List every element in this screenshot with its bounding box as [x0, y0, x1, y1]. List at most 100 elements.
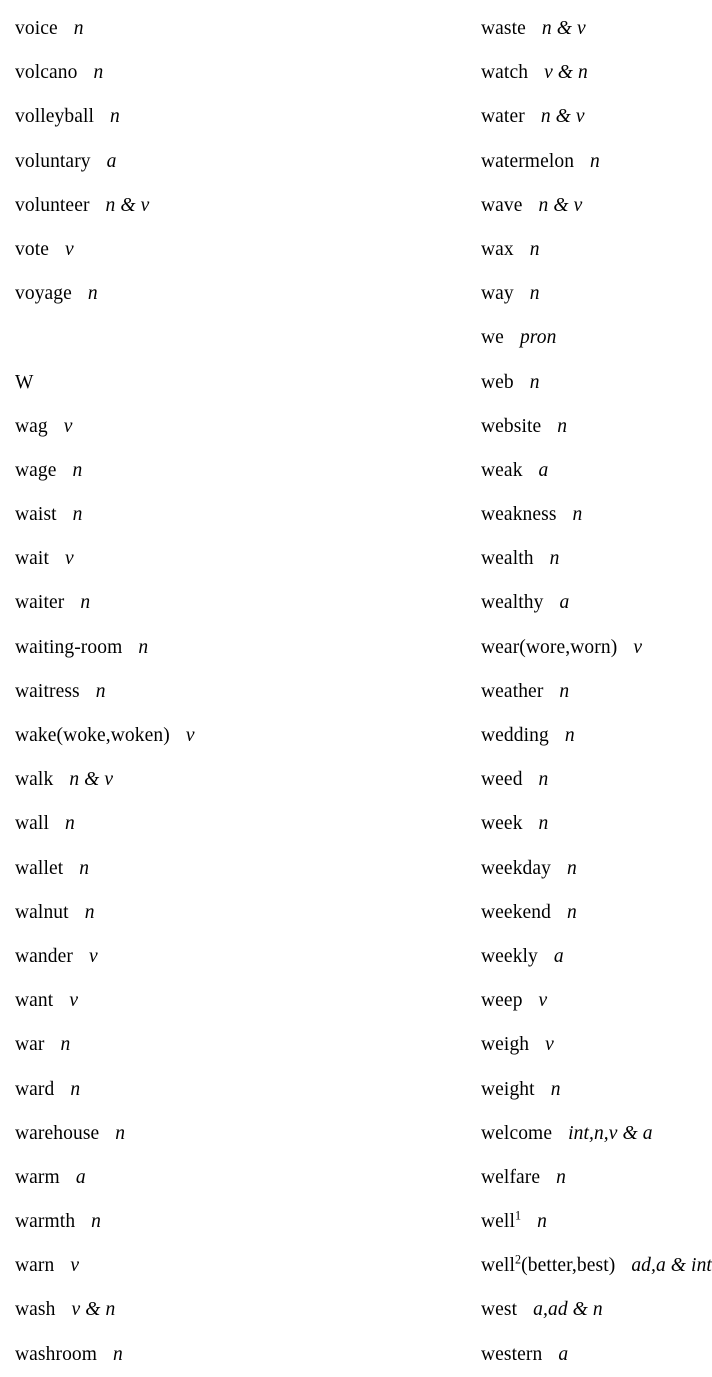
- part-of-speech: n: [529, 238, 540, 260]
- headword: waist: [15, 504, 57, 526]
- headword: west: [481, 1299, 518, 1321]
- part-of-speech: n & v: [105, 194, 150, 216]
- part-of-speech: ad,a & int: [631, 1255, 712, 1277]
- word-entry: want v: [15, 979, 448, 1023]
- word-entry: waiter n: [15, 581, 448, 625]
- headword: wealth: [481, 548, 534, 570]
- part-of-speech: n: [538, 813, 549, 835]
- part-of-speech: n: [60, 1034, 71, 1056]
- word-entry: volunteer n & v: [15, 184, 448, 228]
- word-entry: voyage n: [15, 272, 448, 316]
- part-of-speech: n: [109, 106, 120, 128]
- part-of-speech: n: [538, 769, 549, 791]
- headword: waste: [481, 18, 526, 39]
- part-of-speech: v: [633, 636, 643, 658]
- word-entry: west a,ad & n: [481, 1288, 712, 1332]
- word-list-column-right: waste n & v watch v & n water n & v watermelon…: [448, 7, 712, 1377]
- word-entry: wax n: [481, 228, 712, 272]
- headword: wallet: [15, 857, 64, 879]
- part-of-speech: n: [91, 1211, 102, 1233]
- part-of-speech: n: [567, 857, 577, 879]
- word-entry: week n: [481, 802, 712, 846]
- part-of-speech: n: [80, 592, 91, 614]
- part-of-speech: n: [113, 1343, 123, 1365]
- word-entry: weekend n: [481, 891, 712, 935]
- headword: voice: [15, 18, 58, 39]
- headword: weekday: [481, 857, 551, 879]
- part-of-speech: n: [87, 283, 98, 305]
- headword: warn: [15, 1255, 55, 1277]
- word-entry: wallet n: [15, 847, 448, 891]
- word-entry: waste n & v: [481, 7, 712, 51]
- word-entry: warehouse n: [15, 1112, 448, 1156]
- part-of-speech: pron: [519, 327, 557, 349]
- headword: voyage: [15, 283, 72, 305]
- part-of-speech: a: [75, 1166, 86, 1188]
- headword: well1: [481, 1208, 522, 1233]
- headword: wag: [15, 415, 48, 437]
- headword: volunteer: [15, 194, 90, 216]
- word-entry: waist n: [15, 493, 448, 537]
- headword: western: [481, 1343, 543, 1365]
- headword: weekend: [481, 901, 551, 923]
- headword: wait: [15, 548, 49, 570]
- headword: walk: [15, 769, 54, 791]
- word-entry: watermelon n: [481, 140, 712, 184]
- part-of-speech: v & n: [71, 1299, 116, 1321]
- part-of-speech: n: [79, 857, 90, 879]
- word-entry: voice n: [15, 7, 448, 51]
- word-entry: website n: [481, 405, 712, 449]
- headword: watermelon: [481, 150, 575, 172]
- headword: weed: [481, 769, 523, 791]
- part-of-speech: a: [106, 150, 117, 172]
- part-of-speech: v: [70, 1255, 80, 1277]
- word-entry: weep v: [481, 979, 712, 1023]
- part-of-speech: n: [564, 725, 575, 746]
- part-of-speech: v: [538, 990, 548, 1012]
- headword: week: [481, 813, 523, 835]
- headword: weigh: [481, 1034, 530, 1056]
- headword: waiting-room: [15, 636, 123, 658]
- headword: wander: [15, 945, 73, 967]
- headword: wear(wore,worn): [481, 636, 618, 658]
- part-of-speech: v: [64, 238, 74, 260]
- word-list-page: voice n volcano n volleyball n voluntary a volun…: [0, 0, 712, 1365]
- word-list-column-left: voice n volcano n volleyball n voluntary a volun…: [0, 7, 448, 1377]
- word-entry: weekly a: [481, 935, 712, 979]
- headword: water: [481, 106, 525, 128]
- word-entry: warn v: [15, 1244, 448, 1288]
- headword: wash: [15, 1299, 56, 1321]
- headword: wall: [15, 813, 49, 835]
- headword: weakness: [481, 504, 557, 526]
- headword: website: [481, 415, 542, 437]
- part-of-speech: n: [73, 18, 84, 39]
- headword: watch: [481, 62, 529, 84]
- part-of-speech: int,n,v & a: [568, 1122, 653, 1144]
- headword: weekly: [481, 945, 538, 967]
- headword: want: [15, 990, 54, 1012]
- word-entry: weekday n: [481, 847, 712, 891]
- word-entry: wash v & n: [15, 1288, 448, 1332]
- part-of-speech: n & v: [540, 106, 585, 128]
- word-entry: wealthy a: [481, 581, 712, 625]
- headword: wage: [15, 459, 57, 481]
- headword: wake(woke,woken): [15, 725, 170, 746]
- word-entry: wag v: [15, 405, 448, 449]
- part-of-speech: v & n: [544, 62, 588, 84]
- part-of-speech: v: [545, 1034, 554, 1056]
- headword: weak: [481, 459, 523, 481]
- word-entry: weed n: [481, 758, 712, 802]
- headword: volleyball: [15, 106, 94, 128]
- part-of-speech: n: [550, 1078, 561, 1100]
- headword: way: [481, 283, 514, 305]
- part-of-speech: n: [70, 1078, 81, 1100]
- part-of-speech: n & v: [541, 18, 586, 39]
- part-of-speech: v: [185, 725, 195, 746]
- part-of-speech: n: [95, 680, 106, 702]
- part-of-speech: n: [556, 1166, 567, 1188]
- part-of-speech: a,ad & n: [533, 1299, 603, 1321]
- part-of-speech: n: [529, 283, 540, 305]
- headword: ward: [15, 1078, 55, 1100]
- part-of-speech: v: [69, 990, 79, 1012]
- headword: we: [481, 327, 504, 349]
